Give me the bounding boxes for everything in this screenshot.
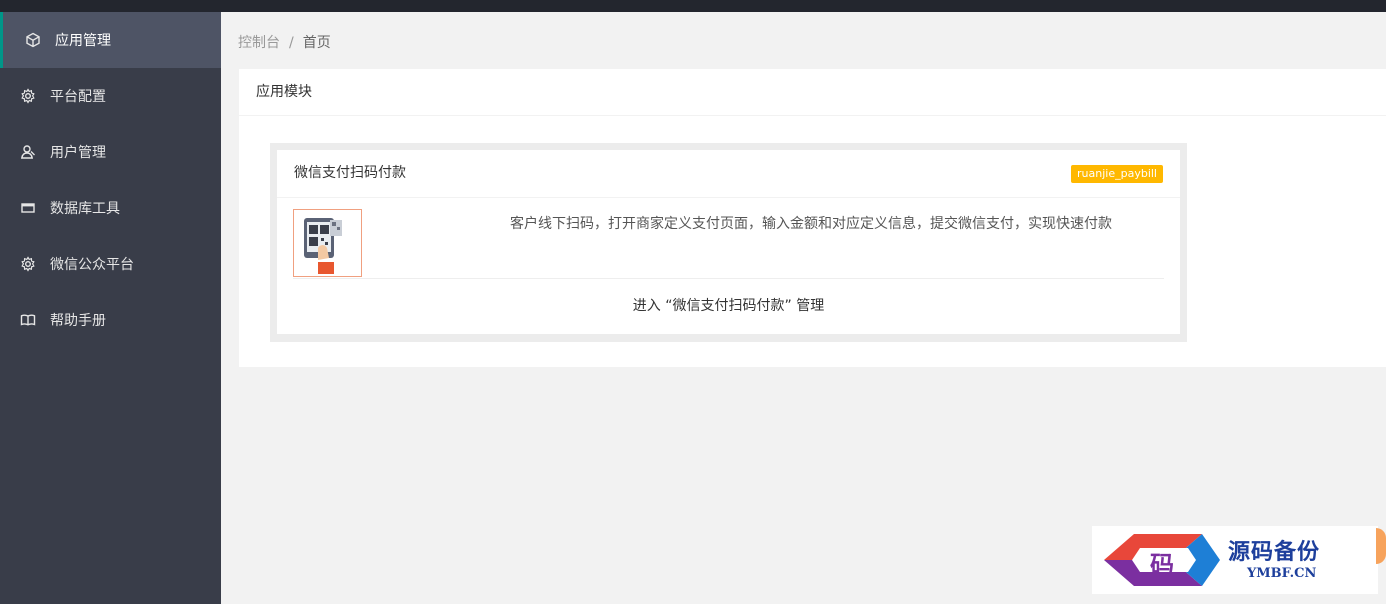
sidebar-item-label: 平台配置: [50, 89, 106, 105]
main-content: 控制台 / 首页 应用模块 微信支付扫码付款 ruanjie_paybill 客…: [221, 12, 1386, 604]
gear-icon: [20, 256, 36, 272]
user-icon: [20, 144, 36, 160]
book-icon: [20, 312, 36, 328]
watermark-logo: 码 源码备份 YMBF.CN: [1092, 526, 1378, 594]
window-icon: [20, 200, 36, 216]
cube-icon: [25, 32, 41, 48]
sidebar-item-database-tools[interactable]: 数据库工具: [0, 180, 221, 236]
app-id-badge: ruanjie_paybill: [1071, 165, 1163, 183]
watermark-name: 源码备份: [1228, 539, 1321, 565]
app-card-description: 客户线下扫码，打开商家定义支付页面，输入金额和对应定义信息，提交微信支付，实现快…: [510, 216, 1112, 232]
app-card: 微信支付扫码付款 ruanjie_paybill 客户线下扫码，打开商家定义支付…: [277, 150, 1180, 334]
app-card-header: 微信支付扫码付款 ruanjie_paybill: [277, 150, 1180, 198]
watermark-logo-char: 码: [1150, 550, 1174, 579]
breadcrumb-separator: /: [289, 35, 294, 51]
sidebar-item-help-manual[interactable]: 帮助手册: [0, 292, 221, 348]
app-card-title: 微信支付扫码付款: [294, 165, 406, 181]
enter-app-management-link[interactable]: 进入 “微信支付扫码付款” 管理: [277, 279, 1180, 334]
top-header-bar: [0, 0, 1386, 12]
sidebar: 应用管理 平台配置 用户管理 数据库工具 微信公众平台 帮助手册: [0, 12, 221, 604]
sidebar-item-platform-config[interactable]: 平台配置: [0, 68, 221, 124]
qr-payment-icon: [293, 209, 362, 277]
breadcrumb-root-link[interactable]: 控制台: [238, 35, 280, 51]
sidebar-item-wechat-platform[interactable]: 微信公众平台: [0, 236, 221, 292]
sidebar-item-label: 数据库工具: [50, 201, 120, 217]
floating-side-tab[interactable]: [1376, 528, 1386, 564]
gear-icon: [20, 88, 36, 104]
sidebar-item-label: 帮助手册: [50, 313, 106, 329]
app-modules-panel: 应用模块 微信支付扫码付款 ruanjie_paybill 客户线下扫码，打开商…: [239, 69, 1386, 367]
sidebar-item-app-management[interactable]: 应用管理: [0, 12, 221, 68]
watermark-domain: YMBF.CN: [1247, 566, 1317, 581]
breadcrumb: 控制台 / 首页: [238, 32, 331, 52]
sidebar-item-user-management[interactable]: 用户管理: [0, 124, 221, 180]
app-card-container: 微信支付扫码付款 ruanjie_paybill 客户线下扫码，打开商家定义支付…: [270, 143, 1187, 342]
app-card-body: 客户线下扫码，打开商家定义支付页面，输入金额和对应定义信息，提交微信支付，实现快…: [277, 198, 1180, 278]
sidebar-item-label: 用户管理: [50, 145, 106, 161]
sidebar-item-label: 微信公众平台: [50, 257, 134, 273]
panel-title: 应用模块: [239, 69, 1386, 116]
breadcrumb-current: 首页: [302, 35, 331, 51]
sidebar-item-label: 应用管理: [55, 33, 111, 49]
